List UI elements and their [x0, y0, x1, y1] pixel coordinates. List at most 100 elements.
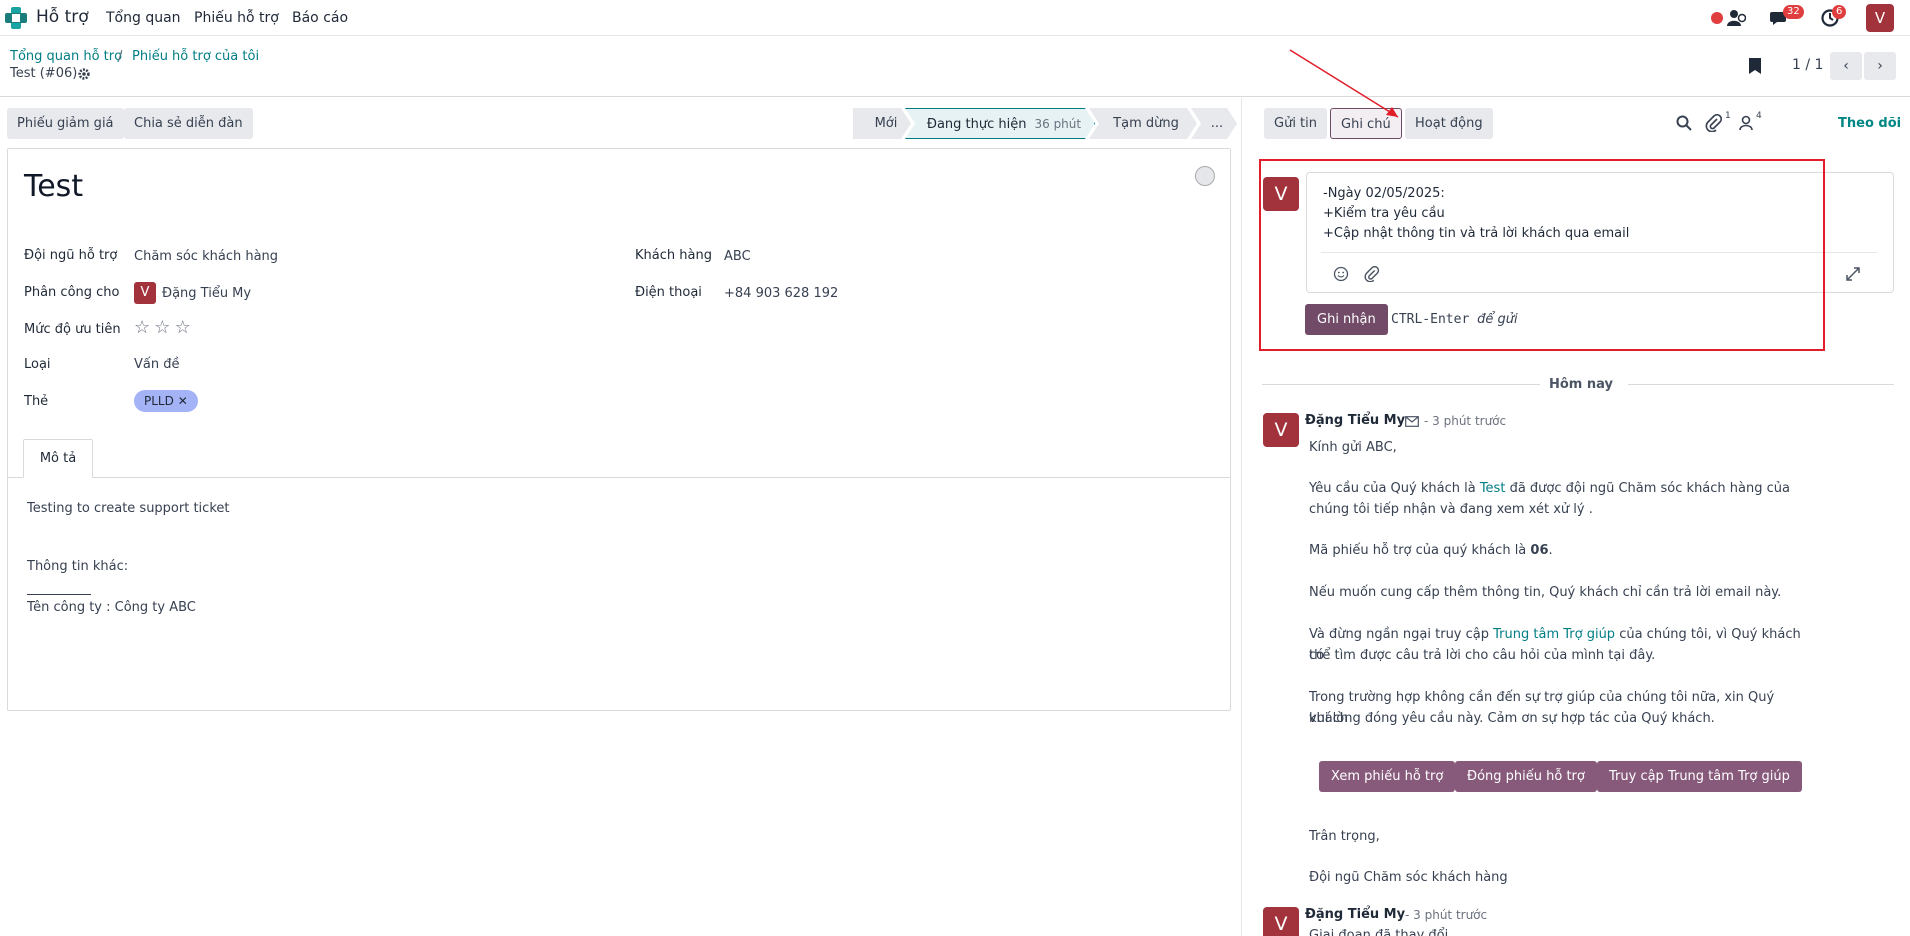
- help-center-button[interactable]: Truy cập Trung tâm Trợ giúp: [1597, 761, 1802, 792]
- message-avatar[interactable]: V: [1263, 907, 1299, 936]
- envelope-icon: [1405, 416, 1419, 427]
- date-separator-line: [1628, 384, 1894, 385]
- date-separator-line: [1262, 384, 1540, 385]
- record-name: Test (#06): [10, 66, 78, 81]
- message-signature: Đội ngũ Chăm sóc khách hàng: [1309, 870, 1508, 885]
- field-team[interactable]: Chăm sóc khách hàng: [134, 249, 278, 264]
- forum-share-button[interactable]: Chia sẻ diễn đàn: [124, 108, 253, 139]
- ticket-number: 06: [1530, 543, 1549, 558]
- message-paragraph: vui lòng đóng yêu cầu này. Cảm ơn sự hợp…: [1309, 711, 1715, 726]
- menu-overview[interactable]: Tổng quan: [106, 10, 181, 26]
- stage-time: 36 phút: [1034, 117, 1082, 131]
- star-icon[interactable]: ☆: [154, 317, 170, 338]
- field-phone[interactable]: +84 903 628 192: [724, 286, 838, 301]
- view-ticket-button[interactable]: Xem phiếu hỗ trợ: [1319, 761, 1456, 792]
- bookmark-icon[interactable]: [1748, 57, 1762, 75]
- tab-description[interactable]: Mô tả: [23, 439, 93, 478]
- assignee-avatar: V: [134, 282, 156, 304]
- follow-button[interactable]: Theo dõi: [1838, 116, 1901, 131]
- message-time: - 3 phút trước: [1424, 414, 1507, 428]
- followers-icon[interactable]: [1737, 114, 1755, 132]
- message-text: Mã phiếu hỗ trợ của quý khách là: [1309, 543, 1531, 558]
- message-paragraph: Nếu muốn cung cấp thêm thông tin, Quý kh…: [1309, 585, 1782, 600]
- composer-highlight-box: [1259, 159, 1825, 351]
- field-customer[interactable]: ABC: [724, 249, 751, 264]
- message-preview: Giai đoạn đã thay đổi: [1309, 928, 1449, 936]
- presence-status-icon[interactable]: [1711, 12, 1723, 24]
- activities-count-badge: 6: [1832, 5, 1847, 19]
- pager-previous-button[interactable]: ‹: [1830, 52, 1862, 80]
- star-icon[interactable]: ☆: [134, 317, 150, 338]
- message-paragraph: Yêu cầu của Quý khách là Test đã được độ…: [1309, 478, 1809, 499]
- ticket-form-sheet: Test Đội ngũ hỗ trợ Chăm sóc khách hàng …: [7, 148, 1231, 711]
- field-label-customer: Khách hàng: [635, 248, 712, 263]
- description-line[interactable]: Tên công ty : Công ty ABC: [27, 600, 196, 615]
- gear-icon[interactable]: [77, 67, 91, 81]
- date-separator-label: Hôm nay: [1549, 377, 1613, 392]
- breadcrumb-overview[interactable]: Tổng quan hỗ trợ: [10, 49, 122, 64]
- stage-on-hold-label: Tạm dừng: [1113, 116, 1179, 131]
- search-icon[interactable]: [1675, 114, 1693, 132]
- field-label-priority: Mức độ ưu tiên: [24, 322, 121, 337]
- chatter-divider: [1241, 98, 1242, 936]
- ticket-link[interactable]: Test: [1480, 481, 1506, 496]
- paperclip-icon[interactable]: [1705, 114, 1723, 132]
- stage-new[interactable]: Mới: [853, 108, 911, 139]
- message-author[interactable]: Đặng Tiểu My: [1305, 907, 1405, 922]
- breadcrumb-my-tickets[interactable]: Phiếu hỗ trợ của tôi: [132, 49, 259, 64]
- tag-label: PLLD: [144, 394, 174, 408]
- star-icon[interactable]: ☆: [175, 317, 191, 338]
- top-navbar: Hỗ trợ Tổng quan Phiếu hỗ trợ Báo cáo 32…: [0, 0, 1910, 36]
- attachments-count: 1: [1725, 111, 1731, 121]
- followers-count: 4: [1756, 111, 1762, 121]
- ticket-title[interactable]: Test: [24, 169, 83, 204]
- message-paragraph: thể tìm được câu trả lời cho câu hỏi của…: [1309, 648, 1656, 663]
- menu-tickets[interactable]: Phiếu hỗ trợ: [194, 10, 279, 26]
- stage-on-hold[interactable]: Tạm dừng: [1089, 108, 1197, 139]
- stage-more[interactable]: ...: [1191, 108, 1237, 139]
- stage-in-progress-label: Đang thực hiện: [926, 117, 1027, 132]
- pager-next-button[interactable]: ›: [1864, 52, 1896, 80]
- field-label-phone: Điện thoại: [635, 285, 702, 300]
- message-greeting: Kính gửi ABC,: [1309, 440, 1397, 455]
- kanban-state-icon[interactable]: [1195, 166, 1215, 186]
- coupon-button[interactable]: Phiếu giảm giá: [7, 108, 124, 139]
- message-paragraph: chúng tôi tiếp nhận và đang xem xét xử l…: [1309, 502, 1593, 517]
- menu-reports[interactable]: Báo cáo: [292, 10, 348, 26]
- message-time: - 3 phút trước: [1405, 908, 1488, 922]
- message-paragraph: Mã phiếu hỗ trợ của quý khách là 06.: [1309, 540, 1809, 561]
- tag-chip[interactable]: PLLD ✕: [134, 390, 198, 412]
- field-label-team: Đội ngũ hỗ trợ: [24, 248, 118, 263]
- field-label-assignee: Phân công cho: [24, 285, 120, 300]
- control-panel: Tổng quan hỗ trợ / Phiếu hỗ trợ của tôi …: [0, 37, 1910, 97]
- description-line[interactable]: Thông tin khác:: [27, 559, 128, 574]
- stage-new-label: Mới: [874, 116, 898, 131]
- message-avatar[interactable]: V: [1263, 413, 1299, 447]
- field-label-tags: Thẻ: [24, 394, 49, 409]
- priority-stars: ☆ ☆ ☆: [134, 317, 191, 338]
- field-type[interactable]: Vấn đề: [134, 357, 179, 372]
- app-title[interactable]: Hỗ trợ: [36, 7, 89, 27]
- message-author[interactable]: Đặng Tiểu My: [1305, 413, 1405, 428]
- close-ticket-button[interactable]: Đóng phiếu hỗ trợ: [1455, 761, 1597, 792]
- stage-more-label: ...: [1210, 116, 1224, 131]
- description-divider: [27, 594, 91, 595]
- annotation-arrow-icon: [1289, 49, 1399, 118]
- helpdesk-app-icon[interactable]: [4, 6, 28, 30]
- field-assignee[interactable]: Đặng Tiểu My: [162, 286, 251, 301]
- user-avatar[interactable]: V: [1866, 4, 1894, 32]
- stage-in-progress[interactable]: Đang thực hiện 36 phút: [905, 108, 1095, 139]
- description-line[interactable]: Testing to create support ticket: [27, 501, 229, 516]
- help-center-link[interactable]: Trung tâm Trợ giúp: [1493, 627, 1615, 642]
- notebook-divider: [8, 477, 1230, 478]
- expand-icon[interactable]: [1845, 266, 1861, 282]
- breadcrumb-separator: /: [118, 49, 123, 64]
- field-label-type: Loại: [24, 357, 51, 372]
- activities-tab[interactable]: Hoạt động: [1405, 108, 1493, 139]
- message-closing: Trân trọng,: [1309, 829, 1380, 844]
- pager-value[interactable]: 1 / 1: [1792, 57, 1823, 73]
- message-text: .: [1548, 543, 1553, 558]
- message-text: Yêu cầu của Quý khách là: [1309, 481, 1480, 496]
- user-clock-icon[interactable]: [1726, 8, 1746, 28]
- tag-remove-icon[interactable]: ✕: [178, 394, 188, 408]
